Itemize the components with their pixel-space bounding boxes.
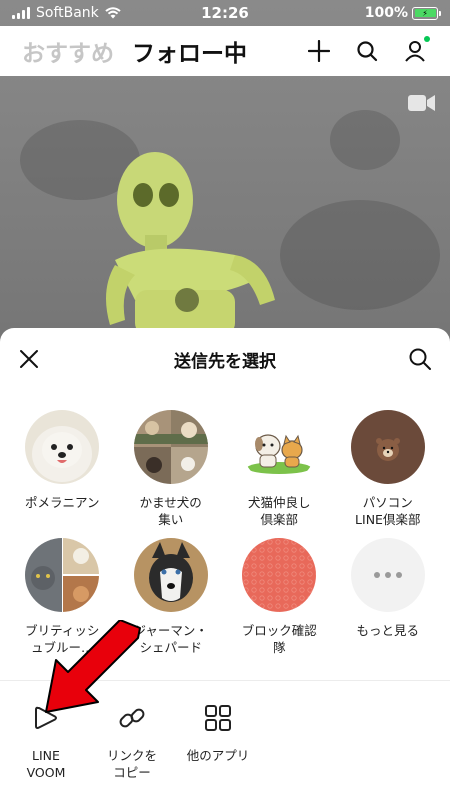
contact-name: 集い <box>158 512 184 527</box>
tab-following[interactable]: フォロー中 <box>132 34 247 68</box>
battery-icon: ⚡ <box>412 6 441 20</box>
contact-name: ポメラニアン <box>24 495 100 510</box>
grid-icon <box>201 701 235 735</box>
contact-name: LINE倶楽部 <box>355 512 421 527</box>
red-pattern-avatar <box>242 538 317 612</box>
contact-block-check[interactable]: ブロック確認 隊 <box>227 538 331 656</box>
contact-more[interactable]: もっと見る <box>336 538 440 656</box>
dog-cat-avatar <box>242 410 317 484</box>
contact-name: 倶楽部 <box>260 512 298 527</box>
action-label: コピー <box>113 765 151 780</box>
close-icon[interactable] <box>18 348 40 370</box>
skeleton-figure <box>106 152 275 335</box>
video-camera-icon <box>408 95 435 111</box>
search-icon[interactable] <box>354 38 380 64</box>
pomeranian-avatar <box>25 410 100 484</box>
contact-name: パソコン <box>362 495 413 510</box>
share-sheet: 送信先を選択 ポメラニアン かませ犬の 集い 犬猫仲良し 倶楽部 パソコン LI… <box>0 328 450 800</box>
contact-name: かませ犬の <box>139 495 202 510</box>
husky-avatar <box>133 538 208 612</box>
tab-recommended[interactable]: おすすめ <box>22 34 114 68</box>
dog-collage-avatar <box>133 410 208 484</box>
wifi-icon <box>105 7 121 19</box>
battery-percent: 100% <box>364 5 408 21</box>
status-bar: SoftBank 12:26 100% ⚡ <box>0 0 450 26</box>
notification-dot <box>424 36 430 42</box>
action-label: リンクを <box>106 748 157 763</box>
carrier-label: SoftBank <box>36 5 99 21</box>
signal-icon <box>12 7 30 19</box>
red-arrow-annotation <box>45 620 141 713</box>
top-navigation: おすすめ フォロー中 <box>0 26 450 76</box>
action-label: VOOM <box>26 765 66 780</box>
action-label: LINE <box>32 748 60 763</box>
contact-dog-cat-club[interactable]: 犬猫仲良し 倶楽部 <box>227 410 331 528</box>
contact-name: 犬猫仲良し <box>247 495 311 510</box>
action-label: 他のアプリ <box>186 748 250 763</box>
contact-kamase-dogs[interactable]: かませ犬の 集い <box>119 410 223 528</box>
search-icon[interactable] <box>408 347 432 371</box>
contact-name: 隊 <box>272 640 286 655</box>
more-icon <box>350 538 425 612</box>
other-apps-button[interactable]: 他のアプリ <box>186 701 250 800</box>
profile-icon[interactable] <box>402 36 430 64</box>
brown-bear-avatar <box>350 410 425 484</box>
cat-collage-avatar <box>25 538 100 612</box>
contact-name: もっと見る <box>356 623 419 638</box>
contact-pc-line-club[interactable]: パソコン LINE倶楽部 <box>336 410 440 528</box>
contact-pomeranian[interactable]: ポメラニアン <box>10 410 114 528</box>
contact-name: ブロック確認 <box>241 623 317 638</box>
plus-icon[interactable] <box>306 38 332 64</box>
sheet-title: 送信先を選択 <box>174 351 276 372</box>
